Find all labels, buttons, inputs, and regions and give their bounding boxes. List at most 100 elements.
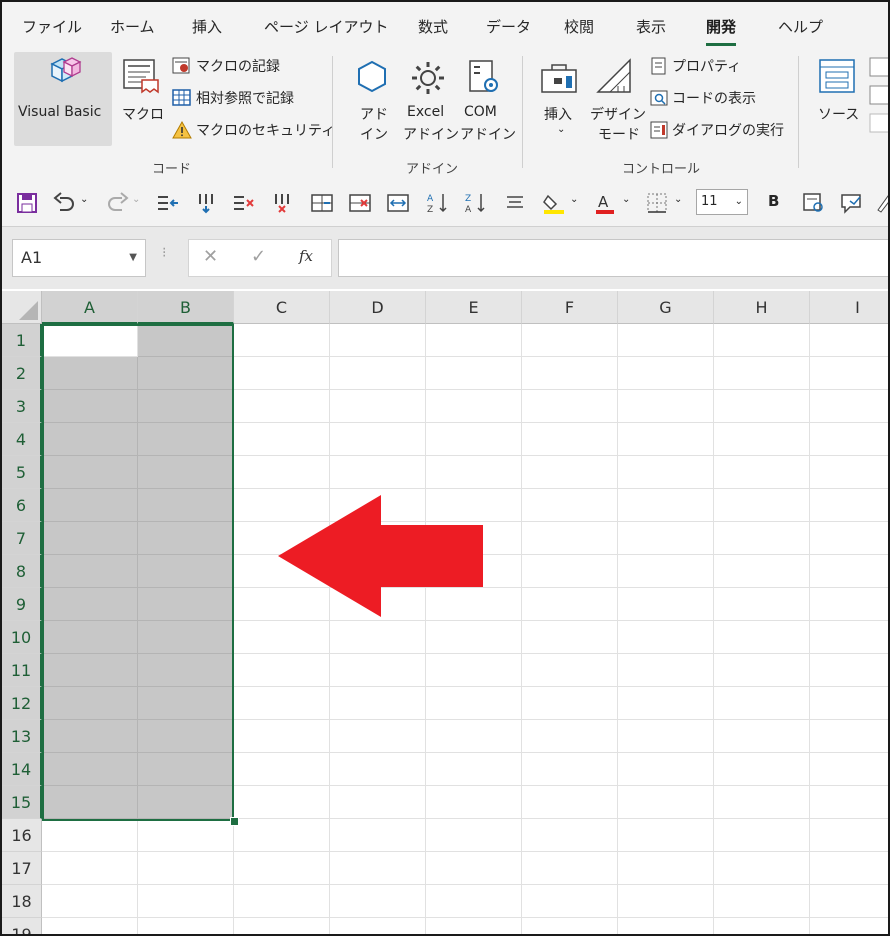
comment-icon[interactable] bbox=[840, 192, 864, 214]
cell-a3[interactable] bbox=[42, 390, 138, 423]
cell-d11[interactable] bbox=[330, 654, 426, 687]
formula-bar-splitter[interactable]: ⁝ bbox=[162, 245, 166, 261]
borders-icon[interactable] bbox=[646, 192, 668, 214]
cell-c2[interactable] bbox=[234, 357, 330, 390]
column-header-i[interactable]: I bbox=[810, 291, 888, 324]
cell-a8[interactable] bbox=[42, 555, 138, 588]
cell-f12[interactable] bbox=[522, 687, 618, 720]
bold-button[interactable]: B bbox=[768, 192, 779, 210]
autofit-width-icon[interactable] bbox=[386, 192, 410, 214]
cell-c3[interactable] bbox=[234, 390, 330, 423]
cell-h11[interactable] bbox=[714, 654, 810, 687]
cell-c12[interactable] bbox=[234, 687, 330, 720]
cell-h12[interactable] bbox=[714, 687, 810, 720]
row-header-2[interactable]: 2 bbox=[2, 357, 42, 390]
align-center-icon[interactable] bbox=[504, 192, 526, 214]
cell-g1[interactable] bbox=[618, 324, 714, 357]
cell-i9[interactable] bbox=[810, 588, 888, 621]
cell-h7[interactable] bbox=[714, 522, 810, 555]
cell-g9[interactable] bbox=[618, 588, 714, 621]
excel-addins-gear-icon[interactable] bbox=[408, 58, 448, 98]
fill-color-dropdown-icon[interactable]: ⌄ bbox=[570, 194, 578, 205]
row-header-4[interactable]: 4 bbox=[2, 423, 42, 456]
cell-e13[interactable] bbox=[426, 720, 522, 753]
macro-security-button[interactable]: マクロのセキュリティ bbox=[172, 120, 335, 140]
tab-file[interactable]: ファイル bbox=[22, 16, 82, 37]
cell-i18[interactable] bbox=[810, 885, 888, 918]
cell-b15[interactable] bbox=[138, 786, 234, 819]
cell-e16[interactable] bbox=[426, 819, 522, 852]
cell-h15[interactable] bbox=[714, 786, 810, 819]
cell-e14[interactable] bbox=[426, 753, 522, 786]
cell-a6[interactable] bbox=[42, 489, 138, 522]
insert-columns-icon[interactable] bbox=[194, 192, 218, 214]
cell-b18[interactable] bbox=[138, 885, 234, 918]
font-color-dropdown-icon[interactable]: ⌄ bbox=[622, 194, 630, 205]
cell-a4[interactable] bbox=[42, 423, 138, 456]
cell-f18[interactable] bbox=[522, 885, 618, 918]
row-header-15[interactable]: 15 bbox=[2, 786, 42, 819]
tab-home[interactable]: ホーム bbox=[110, 16, 155, 37]
cell-g13[interactable] bbox=[618, 720, 714, 753]
cell-b14[interactable] bbox=[138, 753, 234, 786]
cell-f7[interactable] bbox=[522, 522, 618, 555]
cell-d10[interactable] bbox=[330, 621, 426, 654]
cell-a9[interactable] bbox=[42, 588, 138, 621]
insert-rows-icon[interactable] bbox=[156, 192, 180, 214]
cell-a2[interactable] bbox=[42, 357, 138, 390]
tab-insert[interactable]: 挿入 bbox=[192, 16, 222, 37]
fill-handle[interactable] bbox=[230, 817, 239, 826]
delete-columns-icon[interactable] bbox=[270, 192, 294, 214]
record-macro-button[interactable]: マクロの記録 bbox=[172, 56, 280, 76]
cell-a1[interactable] bbox=[42, 324, 138, 357]
cell-a15[interactable] bbox=[42, 786, 138, 819]
cell-e18[interactable] bbox=[426, 885, 522, 918]
cancel-icon[interactable]: ✕ bbox=[203, 246, 218, 267]
cell-h16[interactable] bbox=[714, 819, 810, 852]
borders-dropdown-icon[interactable]: ⌄ bbox=[674, 194, 682, 205]
row-header-7[interactable]: 7 bbox=[2, 522, 42, 555]
cell-h18[interactable] bbox=[714, 885, 810, 918]
cell-b9[interactable] bbox=[138, 588, 234, 621]
cell-f5[interactable] bbox=[522, 456, 618, 489]
delete-cells-icon[interactable] bbox=[348, 192, 372, 214]
cell-b5[interactable] bbox=[138, 456, 234, 489]
cell-b4[interactable] bbox=[138, 423, 234, 456]
cell-h17[interactable] bbox=[714, 852, 810, 885]
row-header-8[interactable]: 8 bbox=[2, 555, 42, 588]
column-header-a[interactable]: A bbox=[42, 291, 138, 324]
delete-rows-icon[interactable] bbox=[232, 192, 256, 214]
xml-source-icon[interactable] bbox=[818, 58, 858, 96]
cell-d4[interactable] bbox=[330, 423, 426, 456]
row-header-13[interactable]: 13 bbox=[2, 720, 42, 753]
cell-b8[interactable] bbox=[138, 555, 234, 588]
format-painter-icon[interactable] bbox=[802, 192, 826, 214]
cell-g12[interactable] bbox=[618, 687, 714, 720]
cell-a7[interactable] bbox=[42, 522, 138, 555]
relative-ref-button[interactable]: 相対参照で記録 bbox=[172, 88, 294, 108]
cell-b7[interactable] bbox=[138, 522, 234, 555]
cell-i4[interactable] bbox=[810, 423, 888, 456]
undo-dropdown-icon[interactable]: ⌄ bbox=[80, 194, 88, 205]
tab-view[interactable]: 表示 bbox=[636, 16, 666, 37]
cell-i16[interactable] bbox=[810, 819, 888, 852]
cell-c18[interactable] bbox=[234, 885, 330, 918]
cell-i13[interactable] bbox=[810, 720, 888, 753]
cell-i2[interactable] bbox=[810, 357, 888, 390]
cell-h6[interactable] bbox=[714, 489, 810, 522]
design-mode-ruler-icon[interactable] bbox=[594, 56, 634, 96]
cell-f13[interactable] bbox=[522, 720, 618, 753]
cell-b2[interactable] bbox=[138, 357, 234, 390]
row-header-3[interactable]: 3 bbox=[2, 390, 42, 423]
cell-b1[interactable] bbox=[138, 324, 234, 357]
cell-h19[interactable] bbox=[714, 918, 810, 934]
row-header-19[interactable]: 19 bbox=[2, 918, 42, 934]
column-header-e[interactable]: E bbox=[426, 291, 522, 324]
cell-d17[interactable] bbox=[330, 852, 426, 885]
column-header-g[interactable]: G bbox=[618, 291, 714, 324]
cell-c15[interactable] bbox=[234, 786, 330, 819]
cell-e2[interactable] bbox=[426, 357, 522, 390]
cell-d19[interactable] bbox=[330, 918, 426, 934]
cell-g6[interactable] bbox=[618, 489, 714, 522]
cell-d18[interactable] bbox=[330, 885, 426, 918]
